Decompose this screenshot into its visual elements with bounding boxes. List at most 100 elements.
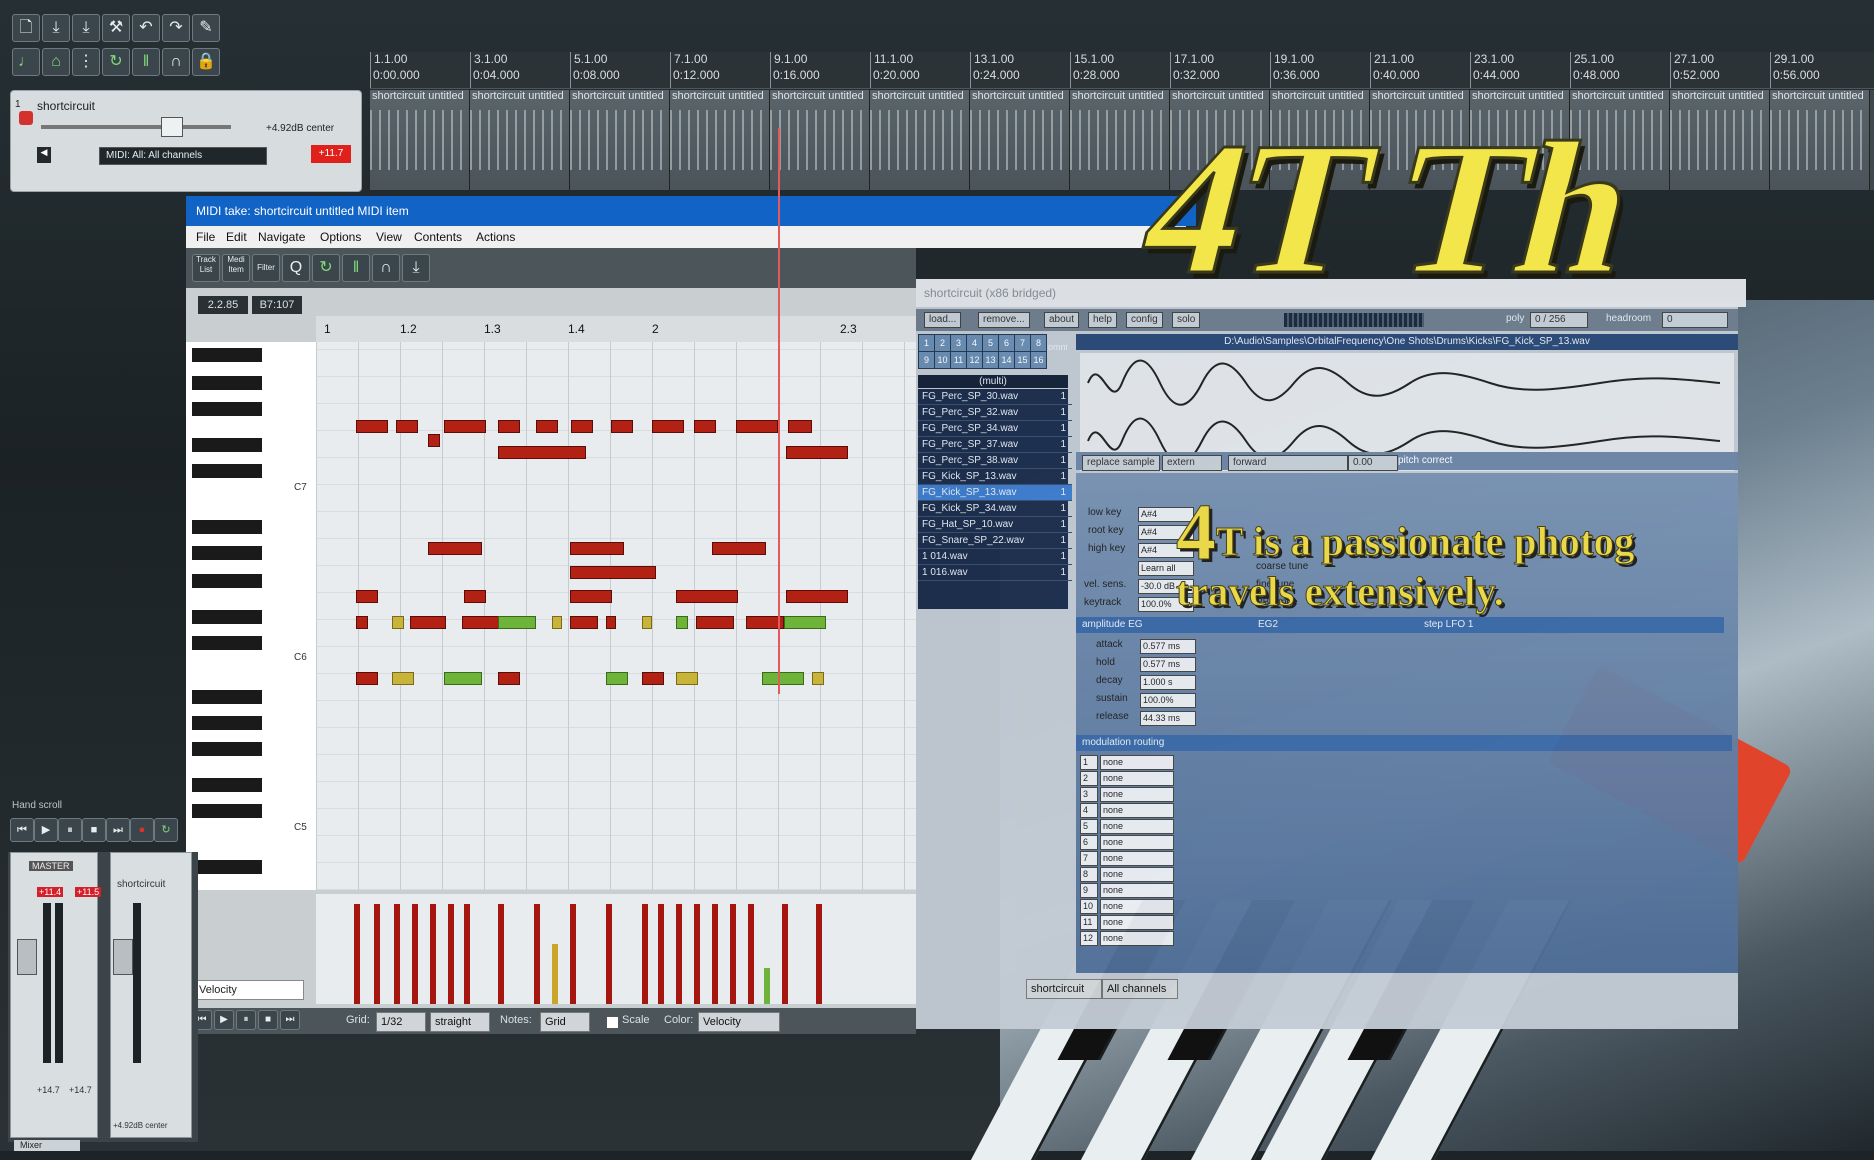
lock-icon[interactable]: 🔒 (192, 48, 220, 76)
mod-source-select[interactable]: none (1100, 819, 1174, 834)
stop-icon[interactable]: ■ (82, 818, 106, 842)
play-icon[interactable]: ▶ (34, 818, 58, 842)
load-button[interactable]: load... (924, 312, 962, 328)
mod-source-select[interactable]: none (1100, 915, 1174, 930)
menu-options[interactable]: Options (320, 226, 361, 248)
midi-clip[interactable]: shortcircuit untitled (870, 90, 970, 190)
media-item-button[interactable]: Medi Item (222, 254, 250, 282)
mod-source-select[interactable]: none (1100, 771, 1174, 786)
midi-note[interactable] (536, 420, 558, 433)
mod-source-select[interactable]: none (1100, 787, 1174, 802)
sample-list-item[interactable]: FG_Hat_SP_10.wav 1 (918, 517, 1072, 533)
sample-list-item[interactable]: FG_Perc_SP_30.wav 1 (918, 389, 1072, 405)
record-icon[interactable]: ● (130, 818, 154, 842)
ripple-icon[interactable]: ‖ (342, 254, 370, 282)
envelope-icon[interactable]: ∩ (372, 254, 400, 282)
part-slot[interactable]: 3 (950, 334, 967, 352)
midi-note[interactable] (676, 616, 688, 629)
help-button[interactable]: help (1088, 312, 1117, 328)
envelope-icon[interactable]: ∩ (162, 48, 190, 76)
midi-note[interactable] (428, 434, 440, 447)
notes-select[interactable]: Grid (540, 1012, 590, 1032)
midi-editor-title[interactable]: MIDI take: shortcircuit untitled MIDI it… (186, 196, 1196, 226)
undo-icon[interactable]: ↶ (132, 14, 160, 42)
track-list-button[interactable]: Track List (192, 254, 220, 282)
velocity-lane[interactable] (316, 894, 916, 1004)
pencil-icon[interactable]: ✎ (192, 14, 220, 42)
grid-select[interactable]: 1/32 (376, 1012, 426, 1032)
sample-list-item[interactable]: FG_Kick_SP_34.wav 1 (918, 501, 1072, 517)
strip-fader[interactable] (113, 939, 133, 975)
mixer-tab[interactable]: Mixer (14, 1140, 80, 1151)
metronome-icon[interactable]: ♩ (12, 48, 40, 76)
part-slot[interactable]: 4 (966, 334, 983, 352)
midi-note[interactable] (652, 420, 684, 433)
midi-note[interactable] (396, 420, 418, 433)
remove-button[interactable]: remove... (978, 312, 1030, 328)
mod-source-select[interactable]: none (1100, 803, 1174, 818)
sample-list-item[interactable]: FG_Kick_SP_13.wav 1 (918, 485, 1072, 501)
menu-actions[interactable]: Actions (476, 226, 515, 248)
midi-note[interactable] (552, 616, 562, 629)
midi-note[interactable] (462, 616, 500, 629)
volume-slider-thumb[interactable] (161, 117, 183, 137)
part-slot[interactable]: 10 (934, 351, 951, 369)
menu-edit[interactable]: Edit (226, 226, 247, 248)
sample-list-item[interactable]: FG_Kick_SP_13.wav 1 (918, 469, 1072, 485)
midi-note[interactable] (444, 672, 482, 685)
mod-source-select[interactable]: none (1100, 755, 1174, 770)
part-slot[interactable]: 6 (998, 334, 1015, 352)
snap-icon[interactable]: ⌂ (42, 48, 70, 76)
sample-list-item[interactable]: FG_Perc_SP_34.wav 1 (918, 421, 1072, 437)
record-mode-icon[interactable]: ◀ (37, 147, 51, 163)
track-header[interactable]: 1 shortcircuit +4.92dB center ◀ MIDI: Al… (10, 90, 362, 192)
part-slot[interactable]: 9 (918, 351, 935, 369)
master-fader[interactable] (17, 939, 37, 975)
midi-clip[interactable]: shortcircuit untitled (570, 90, 670, 190)
midi-note[interactable] (736, 420, 778, 433)
midi-note[interactable] (392, 672, 414, 685)
midi-ruler[interactable]: 1 1.2 1.3 1.4 2 2.3 (316, 316, 916, 342)
mod-source-select[interactable]: none (1100, 867, 1174, 882)
decay-field[interactable]: 1.000 s (1140, 675, 1196, 690)
part-slot[interactable]: 8 (1030, 334, 1047, 352)
record-arm-button[interactable] (19, 111, 33, 125)
part-slot[interactable]: 2 (934, 334, 951, 352)
midi-note[interactable] (606, 616, 616, 629)
scale-checkbox[interactable] (606, 1016, 619, 1029)
midi-note[interactable] (611, 420, 633, 433)
part-slot[interactable]: 11 (950, 351, 967, 369)
playhead[interactable] (778, 128, 780, 694)
loop-icon[interactable]: ↻ (312, 254, 340, 282)
release-field[interactable]: 44.33 ms (1140, 711, 1196, 726)
midi-clip[interactable]: shortcircuit untitled (770, 90, 870, 190)
sample-list-item[interactable]: FG_Perc_SP_37.wav 1 (918, 437, 1072, 453)
menu-file[interactable]: File (196, 226, 215, 248)
pitch-value[interactable]: 0.00 (1348, 455, 1398, 471)
part-slot[interactable]: 12 (966, 351, 983, 369)
midi-clip[interactable]: shortcircuit untitled (1070, 90, 1170, 190)
midi-note[interactable] (788, 420, 812, 433)
redo-icon[interactable]: ↷ (162, 14, 190, 42)
download-icon[interactable]: ⤓ (402, 254, 430, 282)
filter-button[interactable]: Filter (252, 254, 280, 282)
replace-sample-button[interactable]: replace sample (1082, 455, 1160, 471)
midi-note[interactable] (570, 542, 624, 555)
go-start-icon[interactable]: ⏮ (10, 818, 34, 842)
headroom-value[interactable]: 0 (1662, 312, 1728, 328)
midi-note[interactable] (498, 446, 586, 459)
midi-clip[interactable]: shortcircuit untitled (670, 90, 770, 190)
play-icon[interactable]: ▶ (214, 1010, 234, 1030)
midi-clip[interactable]: shortcircuit untitled (970, 90, 1070, 190)
pause-icon[interactable]: ⏸ (236, 1010, 256, 1030)
hold-field[interactable]: 0.577 ms (1140, 657, 1196, 672)
cc-lane-select[interactable]: Velocity (194, 980, 304, 1000)
midi-note[interactable] (410, 616, 446, 629)
midi-note[interactable] (762, 672, 804, 685)
midi-note[interactable] (356, 672, 378, 685)
go-end-icon[interactable]: ⏭ (280, 1010, 300, 1030)
pause-icon[interactable]: ⏸ (58, 818, 82, 842)
midi-note[interactable] (786, 446, 848, 459)
loop-icon[interactable]: ↻ (102, 48, 130, 76)
midi-note[interactable] (606, 672, 628, 685)
